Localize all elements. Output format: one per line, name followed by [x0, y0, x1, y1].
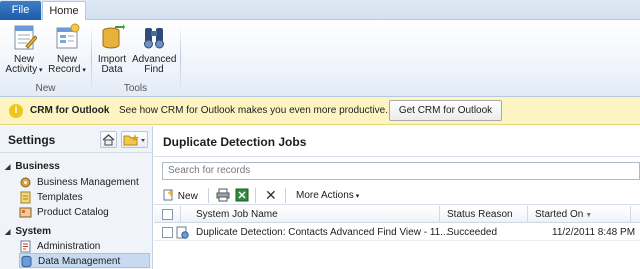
column-separator: [630, 206, 631, 223]
nav-item-label: Business Management: [37, 177, 139, 188]
more-actions-label: More Actions: [296, 190, 354, 201]
row-checkbox[interactable]: [162, 227, 173, 238]
tab-home[interactable]: Home: [42, 1, 86, 21]
new-activity-label: New Activity: [5, 54, 38, 75]
import-data-label: Import Data: [97, 54, 127, 75]
new-record-icon: [163, 189, 173, 201]
new-activity-button[interactable]: New Activity ▾: [5, 22, 43, 76]
advanced-find-icon: [144, 28, 164, 49]
advanced-find-button[interactable]: Advanced Find: [132, 22, 176, 75]
import-data-button[interactable]: Import Data: [95, 22, 129, 75]
chevron-down-icon: ▾: [353, 193, 360, 200]
column-separator: [439, 206, 440, 223]
column-separator: [180, 206, 181, 223]
new-record-label: New Record: [48, 54, 81, 75]
toolbar-separator: [285, 188, 286, 203]
print-button[interactable]: [216, 188, 230, 203]
table-row[interactable]: Duplicate Detection: Contacts Advanced F…: [154, 224, 640, 241]
nav-header: Settings: [0, 126, 152, 153]
nav-item-label: Templates: [37, 192, 83, 203]
info-icon: i: [9, 104, 23, 118]
nav-item-label: Product Catalog: [37, 207, 109, 218]
get-crm-for-outlook-button[interactable]: Get CRM for Outlook: [389, 100, 502, 121]
grid-header: System Job Name Status Reason Started On…: [154, 206, 640, 223]
nav-item-product-catalog[interactable]: Product Catalog: [19, 205, 150, 220]
import-data-icon: [102, 24, 125, 49]
product-catalog-icon: [19, 207, 32, 218]
nav-title: Settings: [8, 133, 56, 147]
tab-file[interactable]: File: [0, 1, 41, 20]
new-record-icon: [56, 23, 80, 49]
ribbon-separator: [180, 24, 181, 94]
crm-outlook-infobar: i CRM for Outlook See how CRM for Outloo…: [0, 97, 640, 125]
system-job-icon: [176, 226, 189, 239]
infobar-title: CRM for Outlook: [30, 105, 110, 116]
ribbon: New Activity ▾ New Record ▾ Import Data: [0, 20, 640, 97]
home-icon: [102, 134, 115, 146]
column-separator: [527, 206, 528, 223]
favorites-menu-button[interactable]: [121, 131, 148, 148]
cell-started-on: 11/2/2011 8:48 PM: [552, 227, 636, 238]
export-excel-button[interactable]: [235, 188, 249, 203]
nav-section-system[interactable]: ◢ System: [5, 226, 51, 237]
section-label: System: [15, 226, 51, 237]
ribbon-group-tools-label: Tools: [123, 83, 148, 94]
new-button[interactable]: New: [162, 188, 198, 203]
excel-icon: [235, 188, 249, 202]
data-management-icon: [21, 255, 32, 268]
nav-item-label: Administration: [37, 241, 101, 252]
sort-down-icon: ▼: [583, 212, 593, 219]
business-management-icon: [20, 177, 31, 188]
cell-status-reason: Succeeded: [447, 227, 498, 238]
toolbar-separator: [208, 188, 209, 203]
cell-system-job-name[interactable]: Duplicate Detection: Contacts Advanced F…: [196, 226, 449, 239]
advanced-find-label: Advanced Find: [132, 54, 177, 75]
nav-item-templates[interactable]: Templates: [19, 190, 150, 205]
delete-button[interactable]: ✕: [265, 188, 277, 203]
nav-item-label: Data Management: [38, 256, 121, 267]
select-all-checkbox[interactable]: [162, 209, 173, 220]
ribbon-tab-bar: File Home: [0, 0, 640, 21]
print-icon: [216, 188, 230, 202]
nav-section-business[interactable]: ◢ Business: [5, 161, 60, 172]
new-button-label: New: [177, 191, 198, 202]
column-header-label: Started On: [535, 209, 584, 220]
toolbar-separator: [255, 188, 256, 203]
section-label: Business: [15, 161, 60, 172]
new-activity-icon: [14, 25, 37, 50]
more-actions-button[interactable]: More Actions ▾: [296, 188, 359, 203]
folder-star-icon: [123, 134, 145, 146]
collapse-triangle-icon: ◢: [5, 229, 11, 236]
templates-icon: [20, 191, 31, 204]
nav-item-business-management[interactable]: Business Management: [19, 175, 150, 190]
delete-x-icon: ✕: [265, 187, 277, 203]
page-title: Duplicate Detection Jobs: [163, 135, 307, 149]
nav-item-administration[interactable]: Administration: [19, 239, 150, 254]
infobar-message: See how CRM for Outlook makes you even m…: [119, 105, 389, 116]
column-header-status-reason[interactable]: Status Reason: [447, 208, 513, 221]
column-header-started-on[interactable]: Started On ▼: [535, 208, 592, 222]
column-header-system-job-name[interactable]: System Job Name: [196, 208, 278, 221]
search-input[interactable]: Search for records: [162, 162, 640, 180]
grid-toolbar: New ✕ More Actions ▾: [154, 185, 640, 205]
nav-item-data-management[interactable]: Data Management: [19, 253, 150, 268]
divider: [154, 156, 640, 157]
administration-icon: [20, 240, 31, 253]
collapse-triangle-icon: ◢: [5, 164, 11, 171]
settings-nav-pane: Settings ◢ Business Business Management T…: [0, 126, 153, 269]
new-record-button[interactable]: New Record ▾: [47, 22, 87, 76]
main-content: Duplicate Detection Jobs Search for reco…: [154, 126, 640, 269]
ribbon-group-new-label: New: [35, 83, 56, 94]
home-button[interactable]: [100, 131, 117, 148]
